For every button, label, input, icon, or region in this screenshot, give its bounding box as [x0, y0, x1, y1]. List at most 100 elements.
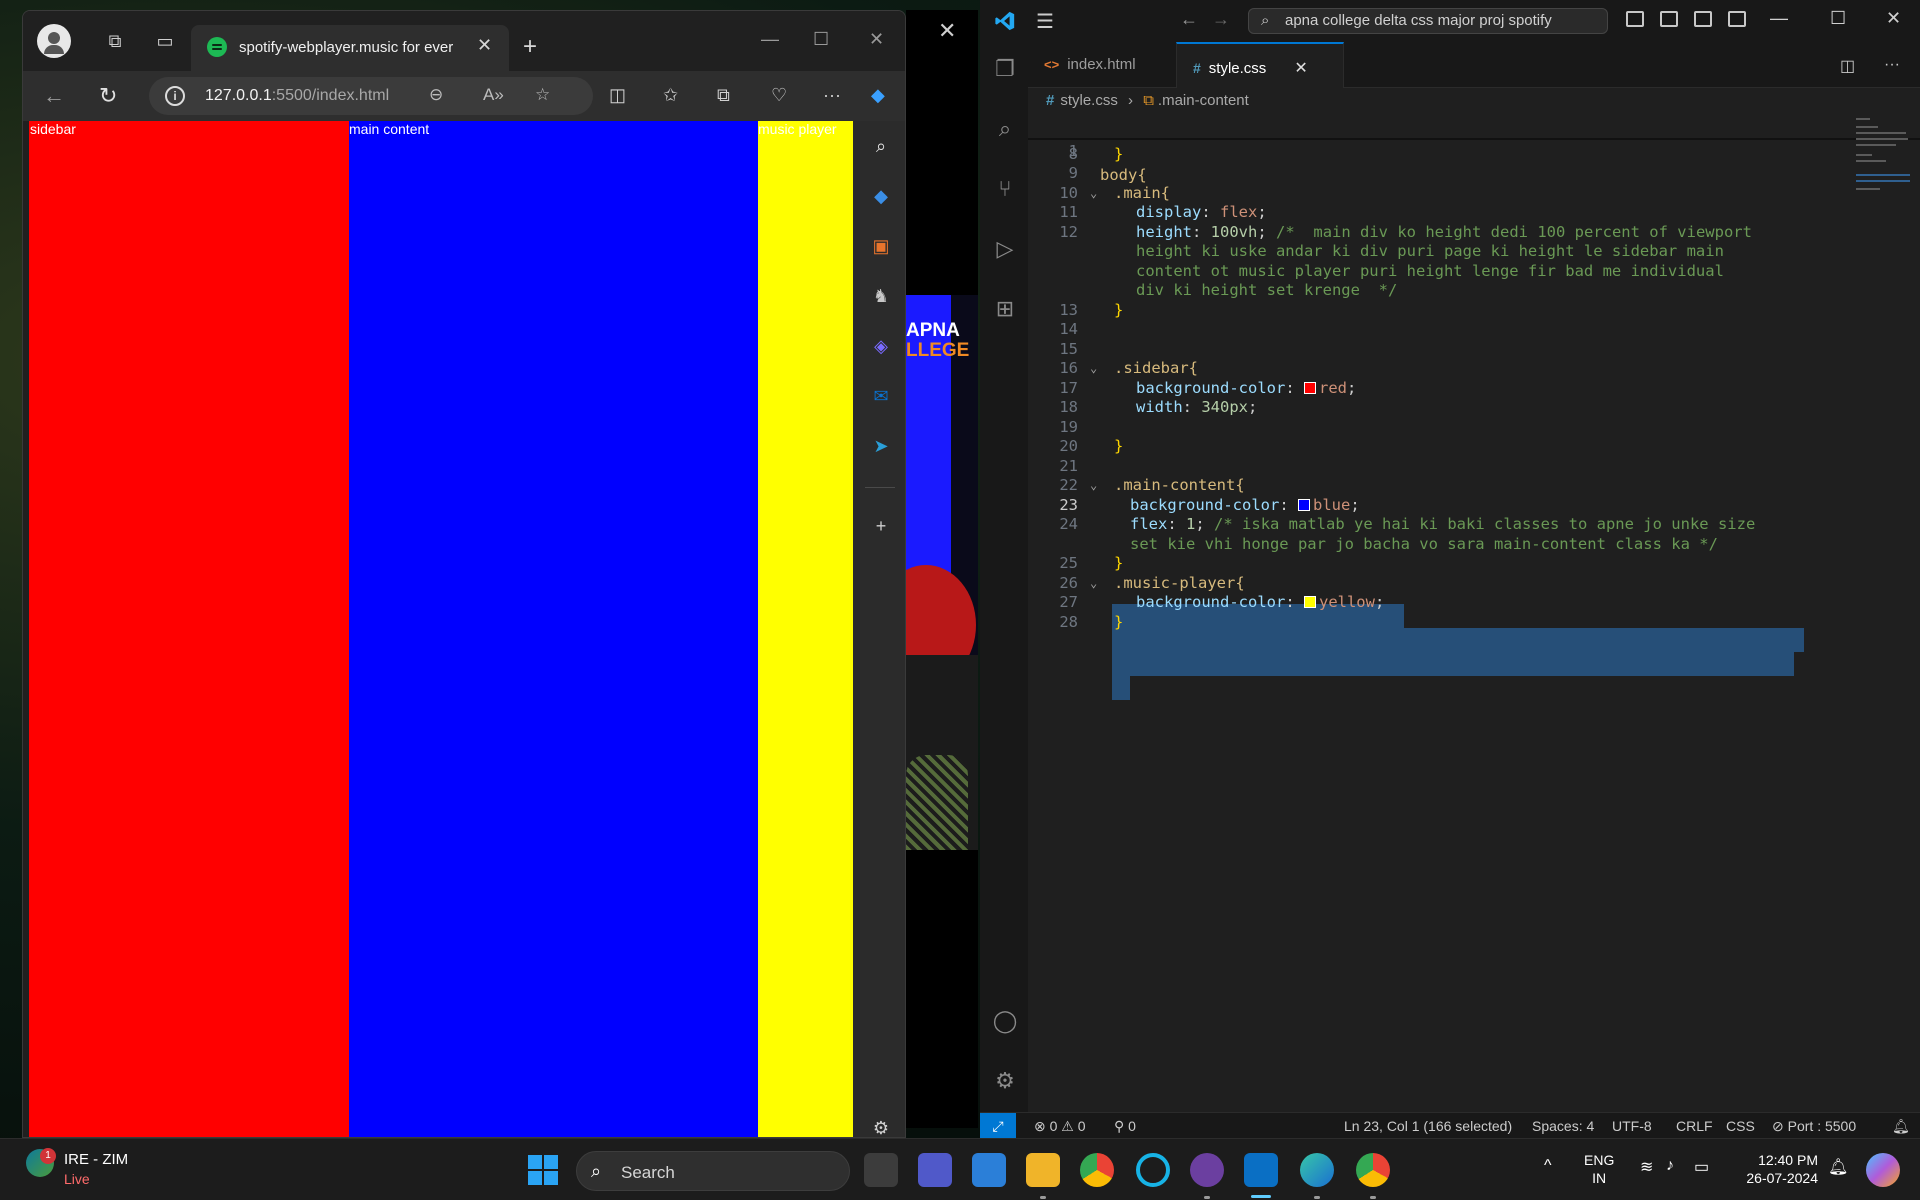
- volume-icon[interactable]: ♪: [1666, 1157, 1674, 1175]
- command-center-search[interactable]: ⌕ apna college delta css major proj spot…: [1248, 8, 1608, 34]
- minimize-button[interactable]: —: [1770, 8, 1788, 29]
- clock[interactable]: 12:40 PM 26-07-2024: [1736, 1151, 1818, 1187]
- sticky-text: body{: [1100, 166, 1147, 184]
- taskbar-search[interactable]: ⌕ Search: [576, 1151, 850, 1191]
- close-window-button[interactable]: ✕: [869, 29, 884, 50]
- teams-icon[interactable]: [918, 1153, 952, 1187]
- chrome-icon[interactable]: [1356, 1153, 1390, 1187]
- favorite-star-icon[interactable]: ☆: [535, 85, 550, 105]
- back-arrow-icon[interactable]: ←: [1180, 9, 1198, 30]
- sticky-scroll-line[interactable]: 1 body{: [1028, 114, 1920, 184]
- games-icon[interactable]: ♞: [870, 285, 892, 307]
- browser-toolbar: ← ↻ i 127.0.0.1:5500/index.html ⊖ A» ☆ ◫…: [23, 71, 905, 121]
- forward-arrow-icon[interactable]: →: [1212, 9, 1230, 30]
- minimap[interactable]: [1856, 114, 1916, 194]
- customize-layout-icon[interactable]: [1728, 11, 1746, 27]
- indentation-status[interactable]: Spaces: 4: [1532, 1113, 1594, 1139]
- drop-send-icon[interactable]: ➤: [870, 435, 892, 457]
- media-player-icon[interactable]: [1190, 1153, 1224, 1187]
- tab-actions-icon[interactable]: ▭: [153, 29, 177, 53]
- copilot-icon[interactable]: [1866, 1153, 1900, 1187]
- tab-close-icon[interactable]: ✕: [1294, 60, 1307, 77]
- workspaces-icon[interactable]: ⧉: [103, 29, 127, 53]
- battery-icon[interactable]: ▭: [1694, 1157, 1709, 1177]
- settings-gear-icon[interactable]: ⚙: [870, 1117, 892, 1137]
- tab-close-icon[interactable]: ✕: [477, 35, 492, 56]
- favorites-icon[interactable]: ✩: [663, 85, 678, 106]
- maximize-button[interactable]: ☐: [813, 29, 829, 50]
- toggle-secondary-sidebar-icon[interactable]: [1694, 11, 1712, 27]
- split-editor-icon[interactable]: ◫: [1840, 56, 1855, 76]
- profile-avatar[interactable]: [37, 24, 71, 58]
- extensions-icon[interactable]: ⊞: [992, 296, 1018, 322]
- maximize-button[interactable]: ☐: [1830, 8, 1846, 29]
- source-control-icon[interactable]: ⑂: [992, 176, 1018, 202]
- code-editor[interactable]: 78}910⌄.main{11display: flex;12height: 1…: [1028, 114, 1920, 1112]
- more-actions-icon[interactable]: ···: [1884, 56, 1900, 74]
- remote-indicator-icon[interactable]: ⤢: [980, 1113, 1016, 1139]
- language-indicator[interactable]: ENG IN: [1584, 1151, 1614, 1187]
- tab-style-css[interactable]: # style.css ✕: [1176, 42, 1344, 88]
- back-icon[interactable]: ←: [43, 83, 65, 109]
- breadcrumb-symbol[interactable]: .main-content: [1158, 92, 1249, 109]
- start-button[interactable]: [528, 1155, 558, 1185]
- shopping-tag-icon[interactable]: ◆: [870, 185, 892, 207]
- collections-icon[interactable]: ⧉: [717, 85, 730, 106]
- close-window-button[interactable]: ✕: [1886, 8, 1901, 29]
- fold-chevron-icon[interactable]: ⌄: [1090, 473, 1097, 497]
- copilot-icon[interactable]: ◆: [871, 85, 885, 106]
- cortana-icon[interactable]: [1136, 1153, 1170, 1187]
- run-debug-icon[interactable]: ▷: [992, 236, 1018, 262]
- ports-status[interactable]: ⚲ 0: [1114, 1113, 1136, 1139]
- fold-chevron-icon[interactable]: ⌄: [1090, 571, 1097, 595]
- live-server-port[interactable]: ⊘ Port : 5500: [1772, 1113, 1856, 1139]
- file-explorer-icon[interactable]: [1026, 1153, 1060, 1187]
- more-menu-icon[interactable]: ···: [823, 85, 841, 106]
- notifications-bell-icon[interactable]: 🔔︎: [1892, 1113, 1910, 1139]
- site-info-icon[interactable]: i: [165, 86, 185, 106]
- new-tab-button[interactable]: +: [523, 33, 537, 61]
- toggle-sidebar-icon[interactable]: [1626, 11, 1644, 27]
- tab-index-html[interactable]: <> index.html: [1028, 42, 1176, 88]
- video-frame: APNA LLEGE: [906, 295, 978, 850]
- code-text: background-color: yellow;: [1136, 590, 1384, 614]
- toggle-panel-icon[interactable]: [1660, 11, 1678, 27]
- reload-icon[interactable]: ↻: [99, 83, 117, 109]
- manage-gear-icon[interactable]: ⚙: [992, 1068, 1018, 1094]
- browser-tab-active[interactable]: spotify-webplayer.music for ever ✕: [191, 25, 509, 71]
- widget-title[interactable]: IRE - ZIM: [64, 1151, 128, 1168]
- notification-bell-icon[interactable]: 🔔︎: [1828, 1157, 1848, 1177]
- add-icon[interactable]: +: [870, 515, 892, 537]
- chrome-icon[interactable]: [1080, 1153, 1114, 1187]
- code-text: width: 340px;: [1136, 395, 1257, 419]
- breadcrumb-file[interactable]: style.css: [1060, 92, 1118, 109]
- search-icon[interactable]: ⌕: [870, 135, 892, 157]
- task-view-icon[interactable]: [864, 1153, 898, 1187]
- tab-title: spotify-webplayer.music for ever: [239, 39, 454, 56]
- problems-status[interactable]: ⊗ 0 ⚠ 0: [1034, 1113, 1086, 1139]
- language-mode[interactable]: CSS: [1726, 1113, 1755, 1139]
- eol-status[interactable]: CRLF: [1676, 1113, 1713, 1139]
- fold-chevron-icon[interactable]: ⌄: [1090, 356, 1097, 380]
- microsoft-store-icon[interactable]: [972, 1153, 1006, 1187]
- search-icon[interactable]: ⌕: [992, 116, 1018, 142]
- close-icon[interactable]: ✕: [938, 18, 956, 44]
- tools-icon[interactable]: ▣: [870, 235, 892, 257]
- vscode-taskbar-icon[interactable]: [1244, 1153, 1278, 1187]
- explorer-icon[interactable]: ❐: [992, 56, 1018, 82]
- cursor-position[interactable]: Ln 23, Col 1 (166 selected): [1344, 1113, 1512, 1139]
- read-aloud-icon[interactable]: A»: [483, 85, 504, 105]
- outlook-icon[interactable]: ✉: [870, 385, 892, 407]
- encoding-status[interactable]: UTF-8: [1612, 1113, 1652, 1139]
- designer-icon[interactable]: ◈: [870, 335, 892, 357]
- accounts-icon[interactable]: ◯: [992, 1008, 1018, 1034]
- menu-icon[interactable]: ☰: [1036, 9, 1054, 34]
- wifi-icon[interactable]: ≋: [1640, 1157, 1653, 1177]
- split-screen-icon[interactable]: ◫: [609, 85, 626, 106]
- edge-icon[interactable]: [1300, 1153, 1334, 1187]
- browser-essentials-icon[interactable]: ♡: [771, 85, 787, 106]
- zoom-out-icon[interactable]: ⊖: [429, 85, 443, 105]
- address-bar[interactable]: i 127.0.0.1:5500/index.html ⊖ A» ☆: [149, 77, 593, 115]
- minimize-button[interactable]: —: [761, 29, 779, 50]
- show-hidden-icons-icon[interactable]: ^: [1544, 1157, 1552, 1175]
